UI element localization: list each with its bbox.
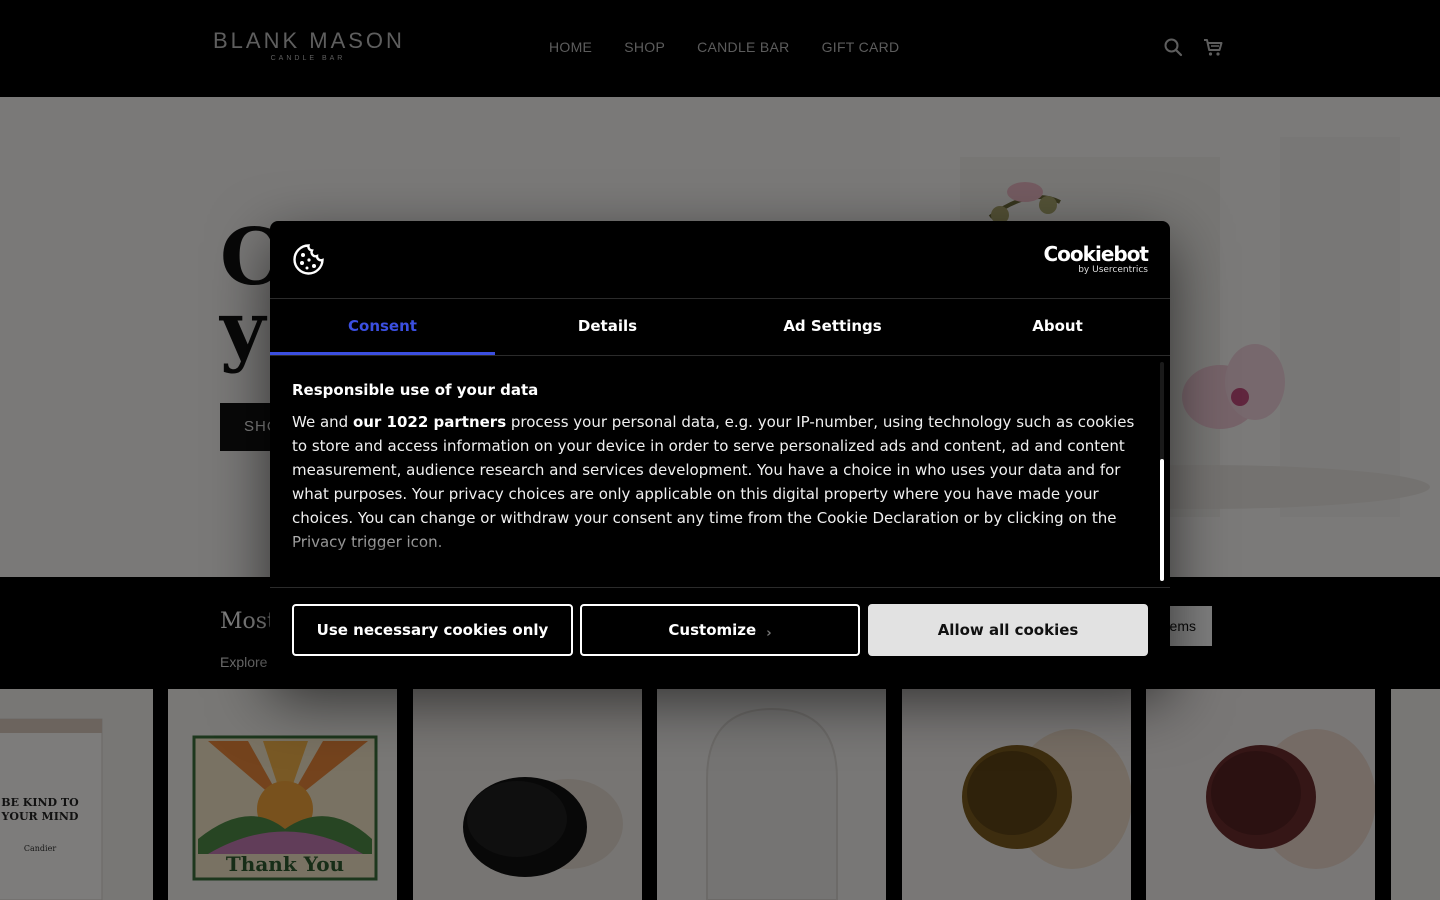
cookie-icon (292, 243, 325, 276)
partners-link[interactable]: our 1022 partners (353, 413, 506, 431)
dialog-tabs: Consent Details Ad Settings About (270, 299, 1170, 356)
tab-details[interactable]: Details (495, 299, 720, 355)
body-text-prefix: We and (292, 413, 353, 431)
tab-about[interactable]: About (945, 299, 1170, 355)
cookiebot-wordmark: Cookiebot (1043, 242, 1149, 266)
scrollbar-thumb[interactable] (1160, 459, 1164, 581)
cookie-consent-dialog: Cookiebot by Usercentrics Consent Detail… (270, 221, 1170, 679)
customize-label: Customize (668, 621, 757, 639)
tab-ad-settings[interactable]: Ad Settings (720, 299, 945, 355)
dialog-body: Responsible use of your data We and our … (270, 356, 1170, 587)
chevron-right-icon: › (766, 626, 772, 641)
dialog-footer: Use necessary cookies only Customize › Al… (270, 587, 1170, 679)
cookiebot-logo[interactable]: Cookiebot by Usercentrics (1044, 243, 1149, 275)
cookiebot-byline: by Usercentrics (1078, 265, 1148, 275)
body-title: Responsible use of your data (292, 381, 539, 399)
use-necessary-cookies-button[interactable]: Use necessary cookies only (292, 604, 573, 656)
allow-all-cookies-button[interactable]: Allow all cookies (868, 604, 1148, 656)
dialog-header: Cookiebot by Usercentrics (270, 221, 1170, 299)
tab-consent[interactable]: Consent (270, 299, 495, 355)
customize-button[interactable]: Customize › (580, 604, 860, 656)
body-fade (270, 522, 1150, 574)
body-scrollbar[interactable] (1160, 362, 1164, 581)
